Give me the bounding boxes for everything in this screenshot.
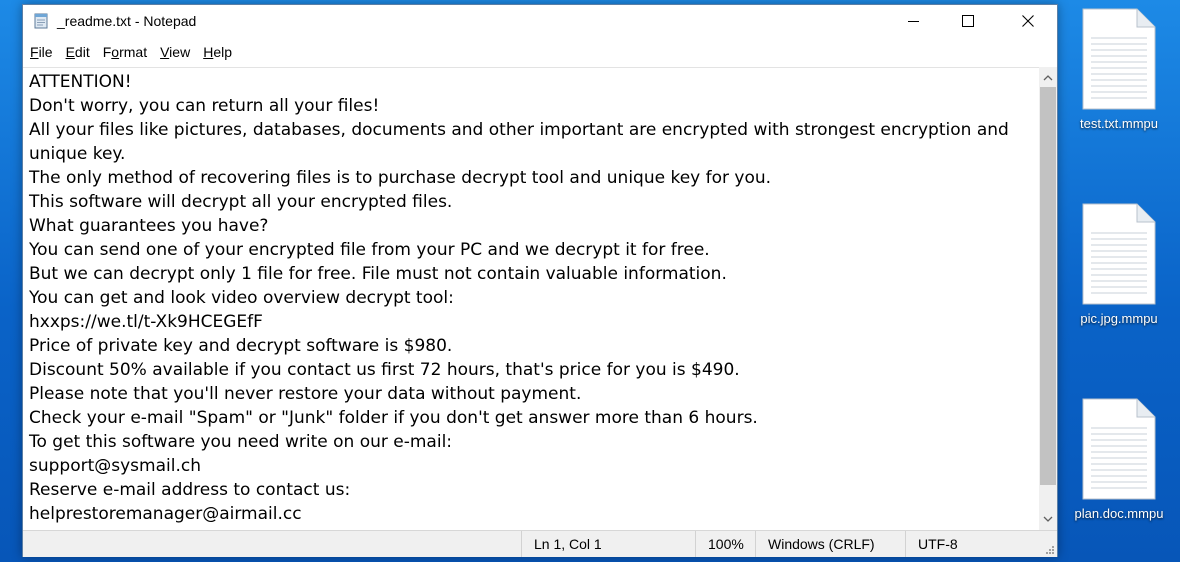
document-icon (1082, 203, 1156, 305)
text-line: You can send one of your encrypted file … (29, 240, 710, 260)
encoding: UTF-8 (905, 531, 1028, 557)
text-line: This software will decrypt all your encr… (29, 192, 453, 212)
text-line: All your files like pictures, databases,… (29, 120, 1009, 164)
file-label: pic.jpg.mmpu (1080, 311, 1158, 326)
text-line: Check your e-mail "Spam" or "Junk" folde… (29, 408, 758, 428)
close-icon (1022, 15, 1034, 27)
menu-bar: File Edit Format View Help (23, 41, 1057, 65)
notepad-window: _readme.txt - Notepad File Edit Format V… (22, 4, 1058, 557)
text-line: hxxps://we.tl/t-Xk9HCEGEfF (29, 312, 263, 332)
document-icon (1082, 398, 1156, 500)
menu-format[interactable]: Format (96, 41, 153, 65)
status-bar: Ln 1, Col 1 100% Windows (CRLF) UTF-8 (23, 530, 1057, 557)
text-line: Discount 50% available if you contact us… (29, 360, 740, 380)
vertical-scrollbar[interactable] (1039, 67, 1057, 530)
menu-file[interactable]: File (23, 41, 59, 65)
document-icon (1082, 8, 1156, 110)
minimize-icon (908, 21, 919, 22)
text-line: helprestoremanager@airmail.cc (29, 504, 302, 524)
resize-grip-icon[interactable] (1045, 545, 1055, 555)
maximize-button[interactable] (945, 5, 991, 37)
maximize-icon (962, 15, 974, 27)
file-label: test.txt.mmpu (1079, 116, 1159, 131)
text-line: What guarantees you have? (29, 216, 269, 236)
line-ending: Windows (CRLF) (755, 531, 904, 557)
minimize-button[interactable] (891, 5, 937, 37)
text-line: support@sysmail.ch (29, 456, 201, 476)
text-line: Reserve e-mail address to contact us: (29, 480, 351, 500)
text-line: To get this software you need write on o… (29, 432, 453, 452)
menu-edit[interactable]: Edit (59, 41, 96, 65)
desktop-file[interactable]: pic.jpg.mmpu (1064, 203, 1174, 326)
text-line: But we can decrypt only 1 file for free.… (29, 264, 727, 284)
scrollbar-thumb[interactable] (1040, 87, 1056, 485)
cursor-position: Ln 1, Col 1 (521, 531, 694, 557)
desktop-file[interactable]: test.txt.mmpu (1064, 8, 1174, 131)
zoom-level: 100% (695, 531, 758, 557)
scroll-down-button[interactable] (1039, 510, 1057, 528)
close-button[interactable] (1005, 5, 1051, 37)
window-title: _readme.txt - Notepad (57, 13, 197, 29)
text-line: Please note that you'll never restore yo… (29, 384, 582, 404)
text-editor[interactable]: ATTENTION! Don't worry, you can return a… (23, 67, 1039, 531)
chevron-down-icon (1043, 516, 1053, 522)
menu-view[interactable]: View (153, 41, 196, 65)
document-text: ATTENTION! Don't worry, you can return a… (29, 70, 1019, 526)
text-line: ATTENTION! (29, 72, 132, 92)
chevron-up-icon (1043, 75, 1053, 81)
text-line: Price of private key and decrypt softwar… (29, 336, 453, 356)
desktop-file[interactable]: plan.doc.mmpu (1064, 398, 1174, 521)
scroll-up-button[interactable] (1039, 69, 1057, 87)
text-line: Don't worry, you can return all your fil… (29, 96, 380, 116)
title-bar[interactable]: _readme.txt - Notepad (23, 5, 1057, 37)
text-line: The only method of recovering files is t… (29, 168, 772, 188)
text-line: You can get and look video overview decr… (29, 288, 454, 308)
notepad-icon (33, 13, 49, 29)
file-label: plan.doc.mmpu (1074, 506, 1164, 521)
menu-help[interactable]: Help (196, 41, 238, 65)
